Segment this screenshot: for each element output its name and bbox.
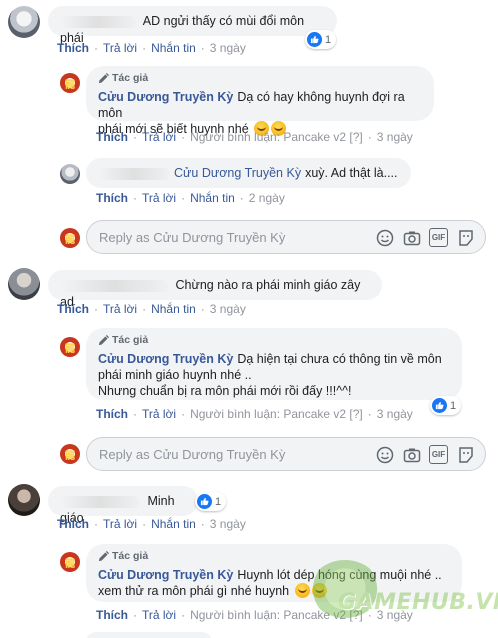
comment-time[interactable]: 3 ngày (377, 130, 413, 144)
comment-time[interactable]: 3 ngày (210, 517, 246, 531)
reply-link[interactable]: Trả lời (103, 302, 137, 316)
reply-text-line2: xem thử ra môn phái gì nhé huynh (98, 584, 290, 598)
pencil-icon (98, 335, 109, 346)
reply-input[interactable]: Reply as Cửu Dương Truyền Kỳ GIF (86, 220, 486, 254)
emoji-icon[interactable] (375, 228, 394, 247)
pencil-icon (98, 73, 109, 84)
responder-label: Người bình luận: Pancake v2 [?] (190, 407, 363, 421)
user-avatar[interactable] (8, 268, 40, 300)
like-reaction-icon (307, 32, 322, 47)
message-link[interactable]: Nhắn tin (190, 191, 235, 205)
reply-text-line3: Nhưng chuẩn bị ra môn phái mới rồi đấy !… (98, 384, 352, 398)
comment-bubble: Chừng nào ra phái minh giáo zây ad (48, 270, 382, 309)
page-avatar[interactable]: 龍 (60, 552, 80, 572)
comment-time[interactable]: 2 ngày (249, 191, 285, 205)
reply-link[interactable]: Trả lời (142, 608, 176, 622)
emoji-icon[interactable] (375, 445, 394, 464)
next-comment-bubble-edge (86, 632, 212, 638)
reply-link[interactable]: Trả lời (103, 517, 137, 531)
reply-link[interactable]: Trả lời (142, 191, 176, 205)
responder-label: Người bình luận: Pancake v2 [?] (190, 130, 363, 144)
page-avatar[interactable]: 龍 (60, 337, 80, 357)
comment-time[interactable]: 3 ngày (210, 302, 246, 316)
user-avatar[interactable] (8, 484, 40, 516)
like-link[interactable]: Thích (96, 407, 128, 421)
redacted-username (60, 495, 140, 508)
like-link[interactable]: Thích (96, 608, 128, 622)
user-avatar[interactable] (60, 164, 80, 184)
reply-text: Dạ hiện tại chưa có thông tin về môn (237, 352, 442, 366)
author-tag: Tác giả (98, 332, 450, 349)
page-avatar: 龍 (60, 444, 80, 464)
author-tag: Tác giả (98, 70, 422, 87)
pencil-icon (98, 551, 109, 562)
page-name-link[interactable]: Cửu Dương Truyền Kỳ (174, 166, 301, 180)
reply-text: xuỳ. Ad thật là.... (305, 166, 398, 180)
kiss-emoji-icon (294, 583, 310, 598)
gif-icon[interactable]: GIF (429, 445, 448, 464)
page-reply-bubble: Tác giả Cửu Dương Truyền Kỳ Dạ có hay khô… (86, 66, 434, 136)
user-avatar[interactable] (8, 6, 40, 38)
sticker-icon[interactable] (456, 228, 475, 247)
reply-link[interactable]: Trả lời (142, 407, 176, 421)
watermark-text: GAMEHUB.VN (338, 590, 498, 615)
page-name-link[interactable]: Cửu Dương Truyền Kỳ (98, 352, 233, 366)
reaction-count[interactable]: 1 (430, 396, 462, 415)
camera-icon[interactable] (402, 445, 421, 464)
redacted-username (98, 167, 170, 180)
camera-icon[interactable] (402, 228, 421, 247)
redacted-username (60, 279, 168, 292)
page-name-link[interactable]: Cửu Dương Truyền Kỳ (98, 90, 233, 104)
page-avatar: 龍 (60, 228, 80, 248)
reply-link[interactable]: Trả lời (142, 130, 176, 144)
message-link[interactable]: Nhắn tin (151, 41, 196, 55)
comment-time[interactable]: 3 ngày (210, 41, 246, 55)
reaction-count[interactable]: 1 (305, 30, 337, 49)
sticker-icon[interactable] (456, 445, 475, 464)
like-link[interactable]: Thích (57, 41, 89, 55)
redacted-username (60, 15, 136, 28)
like-reaction-icon (197, 494, 212, 509)
reaction-count[interactable]: 1 (195, 492, 227, 511)
page-name-link[interactable]: Cửu Dương Truyền Kỳ (98, 568, 233, 582)
like-link[interactable]: Thích (57, 517, 89, 531)
reply-input[interactable]: Reply as Cửu Dương Truyền Kỳ GIF (86, 437, 486, 471)
page-avatar[interactable]: 龍 (60, 73, 80, 93)
like-link[interactable]: Thích (96, 130, 128, 144)
comment-time[interactable]: 3 ngày (377, 407, 413, 421)
comment-bubble: AD ngửi thấy có mùi đổi môn phái (48, 6, 337, 45)
message-link[interactable]: Nhắn tin (151, 302, 196, 316)
page-reply-bubble: Tác giả Cửu Dương Truyền Kỳ Dạ hiện tại c… (86, 328, 462, 400)
sub-reply-bubble: Cửu Dương Truyền Kỳ xuỳ. Ad thật là.... (86, 158, 411, 188)
reply-text-line2: phái minh giáo huynh nhé .. (98, 368, 252, 382)
like-reaction-icon (432, 398, 447, 413)
reply-link[interactable]: Trả lời (103, 41, 137, 55)
message-link[interactable]: Nhắn tin (151, 517, 196, 531)
like-link[interactable]: Thích (57, 302, 89, 316)
gif-icon[interactable]: GIF (429, 228, 448, 247)
gamehub-watermark: GAMEHUB.VN (310, 560, 498, 630)
comment-bubble: Minh giáo (48, 486, 198, 525)
like-link[interactable]: Thích (96, 191, 128, 205)
